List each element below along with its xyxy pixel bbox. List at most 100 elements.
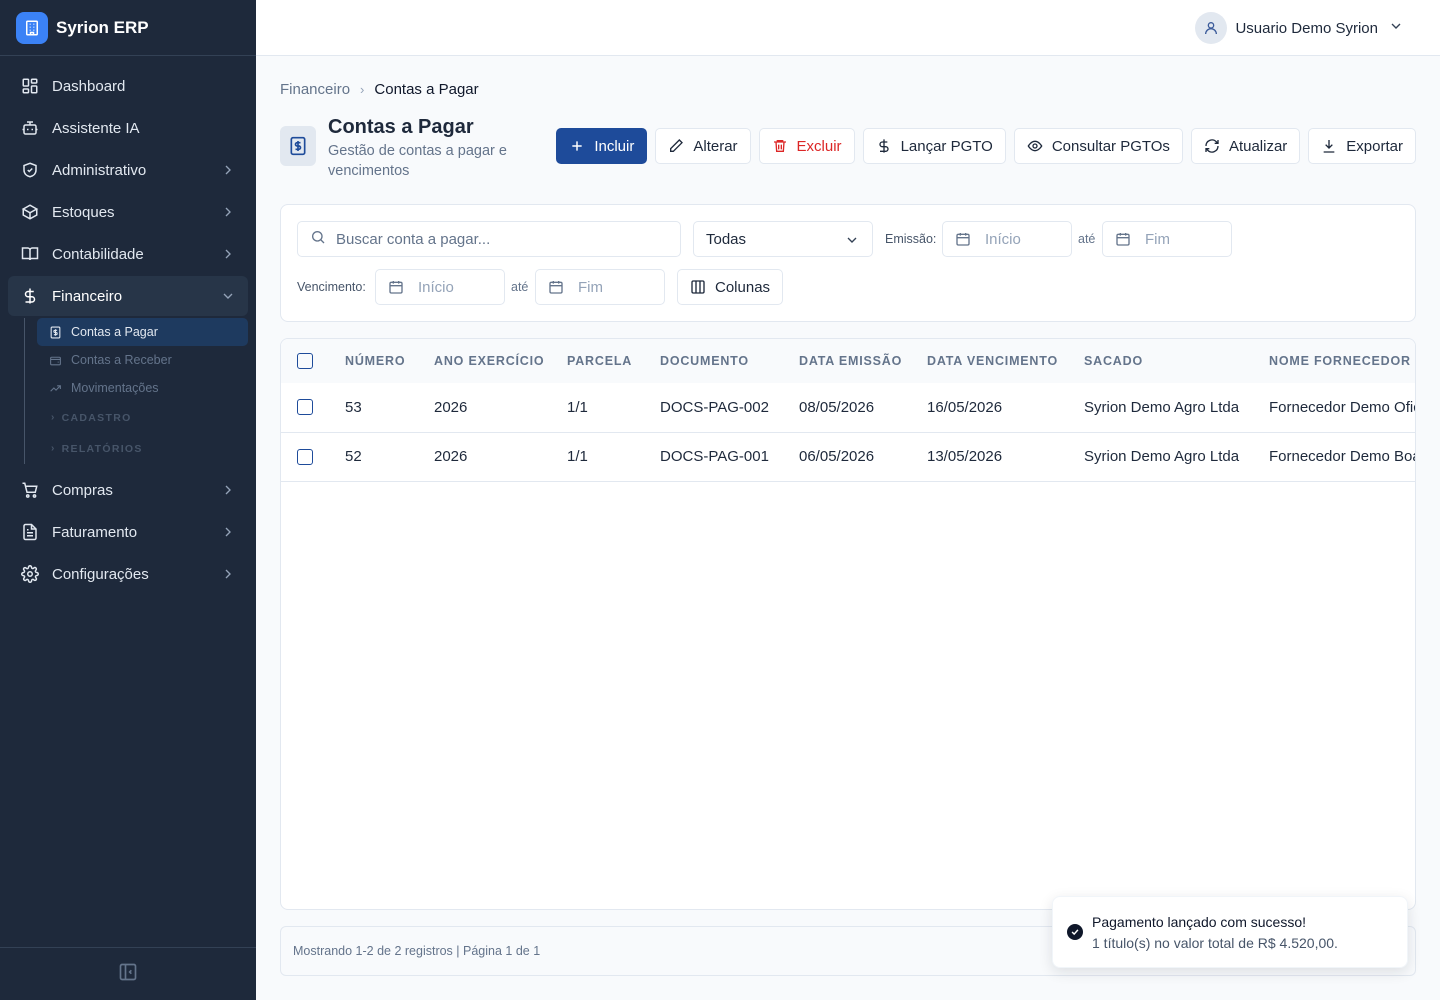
- sidebar-item-administrativo[interactable]: Administrativo: [8, 150, 248, 190]
- excluir-button[interactable]: Excluir: [758, 128, 855, 164]
- chevron-right-icon: [220, 482, 236, 498]
- cell-sacado: Syrion Demo Agro Ltda: [1084, 398, 1240, 416]
- cell-emissao: 06/05/2026: [799, 448, 875, 465]
- date-placeholder: Início: [985, 230, 1021, 248]
- alterar-button[interactable]: Alterar: [655, 128, 751, 164]
- chevron-down-icon: [220, 288, 236, 304]
- table-row[interactable]: 53 2026 1/1 DOCS-PAG-002 08/05/2026 16/0…: [281, 383, 1415, 432]
- sidebar-item-compras[interactable]: Compras: [8, 470, 248, 510]
- page-subtitle: Gestão de contas a pagar e vencimentos: [328, 143, 507, 179]
- brand[interactable]: Syrion ERP: [0, 0, 256, 56]
- row-checkbox[interactable]: [297, 399, 313, 416]
- search-input[interactable]: [336, 230, 656, 248]
- sidebar: Syrion ERP Dashboard Assistente IA Admin…: [0, 0, 256, 1000]
- cell-emissao: 08/05/2026: [799, 398, 875, 416]
- column-header[interactable]: PARCELA: [567, 339, 660, 383]
- column-header[interactable]: DATA VENCIMENTO: [927, 339, 1084, 383]
- pagination-summary: Mostrando 1-2 de 2 registros | Página 1 …: [293, 944, 541, 958]
- cell-vencimento: 16/05/2026: [927, 398, 1003, 416]
- shield-icon: [20, 160, 40, 180]
- calendar-icon: [955, 231, 971, 247]
- success-toast[interactable]: Pagamento lançado com sucesso! 1 título(…: [1052, 896, 1408, 968]
- status-select[interactable]: Todas: [693, 221, 873, 257]
- column-header[interactable]: SACADO: [1084, 339, 1269, 383]
- table-row[interactable]: 52 2026 1/1 DOCS-PAG-001 06/05/2026 13/0…: [281, 432, 1415, 481]
- sidebar-item-assistente-ia[interactable]: Assistente IA: [8, 108, 248, 148]
- status-select-value: Todas: [706, 230, 747, 248]
- layout-dashboard-icon: [20, 76, 40, 96]
- emissao-start-date[interactable]: Início: [942, 221, 1072, 257]
- breadcrumb-parent[interactable]: Financeiro: [280, 81, 350, 98]
- breadcrumb: Financeiro › Contas a Pagar: [280, 81, 479, 98]
- dollar-sign-icon: [876, 138, 892, 154]
- emissao-end-date[interactable]: Fim: [1102, 221, 1232, 257]
- column-header[interactable]: NÚMERO: [345, 339, 434, 383]
- refresh-icon: [1204, 138, 1220, 154]
- sidebar-subitem-contas-a-receber[interactable]: Contas a Receber: [37, 346, 248, 374]
- cell-parcela: 1/1: [567, 448, 588, 465]
- dollar-sign-icon: [20, 286, 40, 306]
- top-header: Usuario Demo Syrion: [256, 0, 1440, 56]
- exportar-button[interactable]: Exportar: [1308, 128, 1416, 164]
- chevron-right-icon: ›: [51, 412, 56, 423]
- sidebar-group-label: RELATÓRIOS: [61, 442, 143, 455]
- cell-ano: 2026: [434, 398, 468, 416]
- plus-icon: [569, 138, 585, 154]
- chevron-right-icon: [220, 566, 236, 582]
- sidebar-subitem-movimentacoes[interactable]: Movimentações: [37, 374, 248, 402]
- column-header[interactable]: DATA EMISSÃO: [799, 339, 927, 383]
- settings-icon: [20, 564, 40, 584]
- consultar-pgtos-button[interactable]: Consultar PGTOs: [1013, 128, 1183, 164]
- lancar-pgto-button[interactable]: Lançar PGTO: [862, 128, 1006, 164]
- contas-table: NÚMERO ANO EXERCÍCIO PARCELA DOCUMENTO D…: [281, 339, 1415, 482]
- sidebar-item-label: Contabilidade: [52, 245, 144, 263]
- column-header[interactable]: NOME FORNECEDOR: [1269, 339, 1415, 383]
- sidebar-item-label: Faturamento: [52, 523, 138, 541]
- sidebar-item-dashboard[interactable]: Dashboard: [8, 66, 248, 106]
- alterar-label: Alterar: [693, 137, 738, 155]
- excluir-label: Excluir: [796, 137, 842, 155]
- sidebar-collapse-button[interactable]: [0, 947, 256, 1000]
- toast-title: Pagamento lançado com sucesso!: [1092, 914, 1307, 930]
- sidebar-item-label: Estoques: [52, 203, 115, 221]
- receipt-icon: [49, 325, 63, 339]
- cell-numero: 52: [345, 448, 362, 465]
- sidebar-item-estoques[interactable]: Estoques: [8, 192, 248, 232]
- page-header: Contas a Pagar Gestão de contas a pagar …: [280, 114, 1416, 184]
- incluir-button[interactable]: Incluir: [556, 128, 648, 164]
- contas-table-card: NÚMERO ANO EXERCÍCIO PARCELA DOCUMENTO D…: [280, 338, 1416, 910]
- sidebar-item-label: Compras: [52, 481, 113, 499]
- sidebar-group-cadastro[interactable]: › CADASTRO: [37, 402, 248, 433]
- chevron-right-icon: ›: [51, 443, 56, 454]
- wallet-icon: [49, 353, 63, 367]
- filters-panel: Todas Emissão: Início até Fim Vencimento…: [280, 204, 1416, 322]
- sidebar-subitem-label: Movimentações: [71, 381, 159, 395]
- column-header[interactable]: DOCUMENTO: [660, 339, 799, 383]
- sidebar-nav: Dashboard Assistente IA Administrativo E…: [0, 56, 256, 606]
- colunas-button[interactable]: Colunas: [677, 269, 784, 305]
- chevron-down-icon: [844, 232, 860, 252]
- vencimento-end-date[interactable]: Fim: [535, 269, 665, 305]
- row-checkbox[interactable]: [297, 448, 313, 465]
- columns-icon: [690, 279, 706, 295]
- atualizar-button[interactable]: Atualizar: [1190, 128, 1301, 164]
- sidebar-item-faturamento[interactable]: Faturamento: [8, 512, 248, 552]
- box-icon: [20, 202, 40, 222]
- sidebar-group-relatorios[interactable]: › RELATÓRIOS: [37, 433, 248, 464]
- breadcrumb-current: Contas a Pagar: [374, 81, 479, 98]
- colunas-label: Colunas: [715, 278, 771, 296]
- calendar-icon: [548, 279, 564, 295]
- select-all-checkbox[interactable]: [297, 353, 313, 369]
- building-icon: [16, 11, 48, 44]
- trash-icon: [772, 138, 788, 154]
- sidebar-item-financeiro[interactable]: Financeiro: [8, 276, 248, 316]
- search-box[interactable]: [297, 221, 681, 257]
- ate-label: até: [1078, 232, 1096, 246]
- chevron-right-icon: [220, 162, 236, 178]
- sidebar-item-contabilidade[interactable]: Contabilidade: [8, 234, 248, 274]
- sidebar-subitem-contas-a-pagar[interactable]: Contas a Pagar: [37, 318, 248, 346]
- vencimento-start-date[interactable]: Início: [375, 269, 505, 305]
- column-header[interactable]: ANO EXERCÍCIO: [434, 339, 567, 383]
- sidebar-item-configuracoes[interactable]: Configurações: [8, 554, 248, 594]
- user-menu[interactable]: Usuario Demo Syrion: [1195, 12, 1404, 44]
